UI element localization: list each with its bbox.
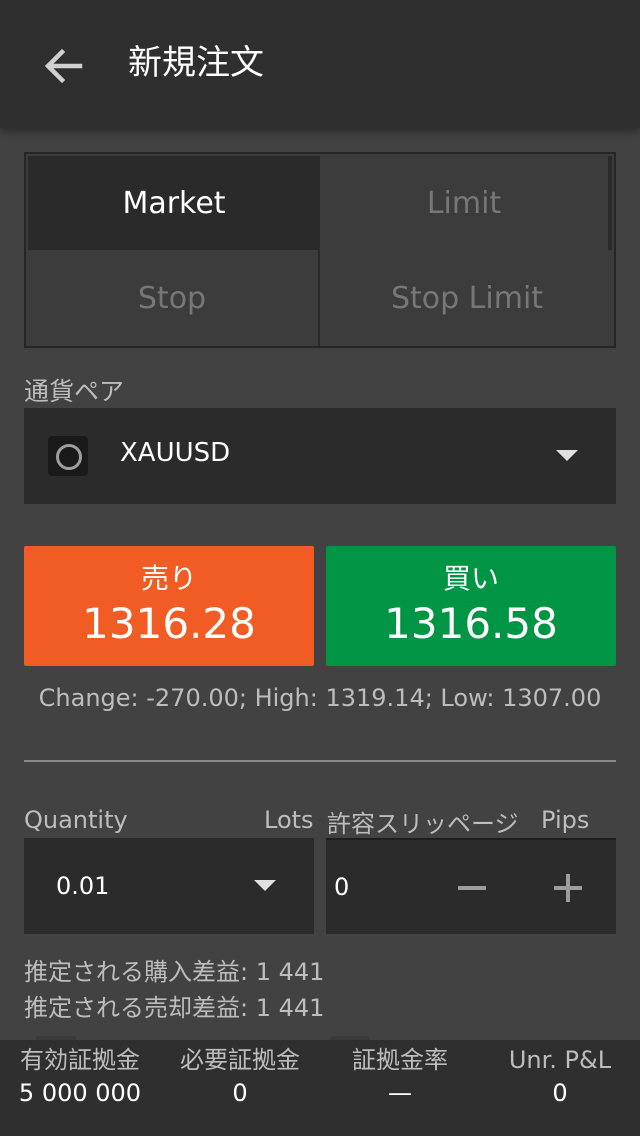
decrement-button[interactable] xyxy=(444,862,500,914)
margin-ratio-label: 証拠金率 xyxy=(352,1046,448,1074)
tab-stop[interactable]: Stop xyxy=(26,250,320,346)
quantity-unit: Lots xyxy=(264,806,314,834)
margin-ratio-value: — xyxy=(388,1079,412,1107)
circle-icon xyxy=(48,436,88,476)
arrow-left-icon xyxy=(30,36,94,96)
required-margin-value: 0 xyxy=(232,1079,248,1107)
order-type-selector: Market Limit Stop Stop Limit xyxy=(24,152,616,348)
sell-label: 売り xyxy=(140,562,197,595)
divider xyxy=(24,760,616,762)
currency-pair-select[interactable]: XAUUSD xyxy=(24,408,616,504)
quantity-value: 0.01 xyxy=(56,872,110,900)
margin-ratio-column: 証拠金率 — xyxy=(320,1040,480,1136)
slippage-stepper xyxy=(326,838,616,934)
currency-pair-value: XAUUSD xyxy=(120,438,231,468)
estimated-buy-profit: 推定される購入差益: 1 441 xyxy=(24,958,325,986)
equity-column: 有効証拠金 5 000 000 xyxy=(0,1040,160,1136)
back-button[interactable] xyxy=(30,36,94,96)
app-bar: 新規注文 xyxy=(0,0,640,128)
required-margin-label: 必要証拠金 xyxy=(180,1046,300,1074)
quantity-select[interactable]: 0.01 xyxy=(24,838,314,934)
page-title: 新規注文 xyxy=(128,43,264,83)
buy-price: 1316.58 xyxy=(384,599,558,648)
tab-market[interactable]: Market xyxy=(28,156,320,250)
sell-button[interactable]: 売り 1316.28 xyxy=(24,546,314,666)
unrealized-pnl-label: Unr. P&L xyxy=(508,1046,612,1074)
equity-value: 5 000 000 xyxy=(18,1079,142,1107)
chevron-down-icon xyxy=(254,880,276,891)
increment-button[interactable] xyxy=(540,862,596,914)
slippage-unit: Pips xyxy=(541,806,590,834)
slippage-label: 許容スリッページ xyxy=(327,810,519,838)
price-stats: Change: -270.00; High: 1319.14; Low: 130… xyxy=(38,684,602,712)
sell-price: 1316.28 xyxy=(82,599,256,648)
buy-button[interactable]: 買い 1316.58 xyxy=(326,546,616,666)
tab-stop-limit[interactable]: Stop Limit xyxy=(320,250,614,346)
tab-limit[interactable]: Limit xyxy=(320,156,612,250)
required-margin-column: 必要証拠金 0 xyxy=(160,1040,320,1136)
account-summary-bar: 有効証拠金 5 000 000 必要証拠金 0 証拠金率 — Unr. P&L … xyxy=(0,1040,640,1136)
unrealized-pnl-value: 0 xyxy=(552,1079,568,1107)
chevron-down-icon xyxy=(556,450,578,461)
estimated-sell-profit: 推定される売却差益: 1 441 xyxy=(24,994,325,1022)
buy-label: 買い xyxy=(442,562,499,595)
quantity-label: Quantity xyxy=(24,806,128,834)
currency-pair-label: 通貨ペア xyxy=(24,377,125,406)
slippage-input[interactable] xyxy=(334,864,444,910)
equity-label: 有効証拠金 xyxy=(20,1046,140,1074)
unrealized-pnl-column: Unr. P&L 0 xyxy=(480,1040,640,1136)
